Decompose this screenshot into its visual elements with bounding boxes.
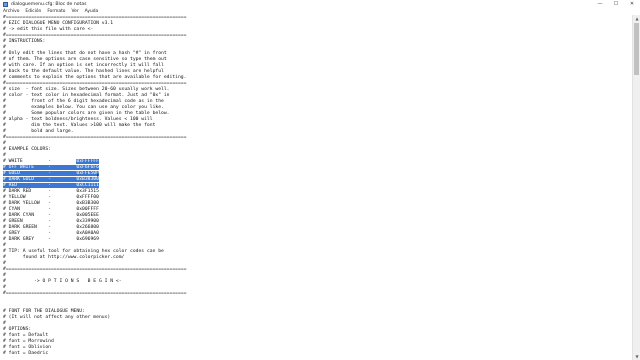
notepad-icon — [3, 2, 8, 7]
line-text: # size - font size. Sizes between 20-60 … — [3, 87, 170, 92]
line-text: # EZIC DIALOGUE MENU CONFIGURATION v3.1 — [3, 21, 114, 26]
close-button[interactable]: ✕ — [624, 0, 640, 9]
maximize-button[interactable]: ☐ — [608, 0, 624, 9]
line-text: # GREEN - 0x339900 — [3, 219, 99, 224]
line-text: # -> edit this file with care <- — [3, 27, 94, 32]
vertical-scrollbar[interactable]: ▲ ▼ — [632, 15, 640, 360]
text-line: # (It will not affect any other menus) — [3, 315, 110, 321]
line-text: # CYAN - 0x00FFFF — [3, 207, 99, 212]
line-text: # DARK YELLOW - 0xB3B300 — [3, 201, 99, 206]
title-bar: dialoguemenu.cfg: Bloc de notas — ☐ ✕ — [0, 0, 640, 9]
line-text: # FONT FOR THE DIALOGUE MENU: — [3, 309, 85, 314]
line-text: # front of the 6 digit hexadecimal code … — [3, 99, 164, 104]
line-text: # GREY - 0xA0A0A0 — [3, 231, 99, 236]
line-text: # color - text color in hexadecimal form… — [3, 93, 170, 98]
line-text: # of them. The options are case sensitiv… — [3, 57, 167, 62]
line-text: # back to the default value. The hashed … — [3, 69, 164, 74]
line-text: # Only edit the lines that do not have a… — [3, 51, 167, 56]
line-text: # examples below. You can use any color … — [3, 105, 164, 110]
line-text: #=======================================… — [3, 135, 187, 140]
line-text: #=======================================… — [3, 33, 187, 38]
line-text: # font = Oblivion — [3, 345, 51, 350]
mouse-cursor-icon: I — [97, 172, 99, 179]
minimize-button[interactable]: — — [592, 0, 608, 9]
text-line: # DARK GREY - 0x696969 — [3, 237, 99, 243]
line-text: #=======================================… — [3, 81, 187, 86]
text-line: # -> O P T I O N S B E G I N <- — [3, 279, 122, 285]
line-text: # font = Default — [3, 333, 49, 338]
line-text: # — [3, 261, 6, 266]
line-text: # — [3, 273, 6, 278]
line-text: # — [3, 45, 6, 50]
line-text: # — [3, 153, 6, 158]
line-text: # YELLOW - 0xFFFF00 — [3, 195, 99, 200]
line-text: # bold and large. — [3, 129, 74, 134]
line-text: # alpha - text boldness/brightness. Valu… — [3, 117, 153, 122]
line-text: # found at http://www.colorpicker.com/ — [3, 255, 125, 260]
scroll-thumb[interactable] — [634, 23, 639, 75]
line-text: # OPTIONS: — [3, 327, 32, 332]
line-text: # WHITE - — [3, 159, 77, 164]
line-text: # TIP: A useful tool for obtaining hex c… — [3, 249, 164, 254]
text-line: # EXAMPLE COLORS: — [3, 147, 51, 153]
line-text: # DARK CYAN - 0x005EEE — [3, 213, 99, 218]
line-text: #=======================================… — [3, 15, 187, 20]
selected-text: # DARK GOLD - 0xB38300 — [3, 177, 99, 182]
selected-text: # OFF WHITE - 0xF6F6F6 — [3, 165, 99, 170]
line-text: # DARK RED - 0x3F1515 — [3, 189, 99, 194]
text-line: # font = Daedric — [3, 351, 48, 357]
selected-text: # RED - 0xCC1111 — [3, 183, 99, 188]
line-text: # (It will not affect any other menus) — [3, 315, 111, 320]
line-text: #=======================================… — [3, 291, 187, 296]
line-text: #=======================================… — [3, 267, 187, 272]
selected-text: # GOLD - 0xFFE500 — [3, 171, 99, 176]
scroll-down-arrow-icon[interactable]: ▼ — [633, 353, 640, 360]
text-line: # found at http://www.colorpicker.com/ — [3, 255, 124, 261]
line-text: # — [3, 243, 6, 248]
line-text: # -> O P T I O N S B E G I N <- — [3, 279, 122, 284]
line-text: # DARK GREEN - 0x266800 — [3, 225, 99, 230]
text-line: #=======================================… — [3, 291, 186, 297]
line-text: # — [3, 141, 6, 146]
line-text: # dim the text. Values >100 will make th… — [3, 123, 156, 128]
text-editor-area[interactable]: #=======================================… — [0, 15, 632, 360]
line-text: # with care. If an option is set incorre… — [3, 63, 164, 68]
text-line: # INSTRUCTIONS: — [3, 39, 45, 45]
line-text: # comments to explain the options that a… — [3, 75, 187, 80]
line-text: # — [3, 285, 6, 290]
line-text: # Some popular colors are given in the t… — [3, 111, 170, 116]
text-line: #=======================================… — [3, 135, 186, 141]
line-text: # DARK GREY - 0x696969 — [3, 237, 99, 242]
window-title: dialoguemenu.cfg: Bloc de notas — [11, 2, 87, 7]
line-text: # EXAMPLE COLORS: — [3, 147, 51, 152]
line-text: # — [3, 321, 6, 326]
line-text: # INSTRUCTIONS: — [3, 39, 46, 44]
scroll-up-arrow-icon[interactable]: ▲ — [633, 15, 640, 22]
text-line: #=======================================… — [3, 267, 186, 273]
line-text: # font = Morrowind — [3, 339, 54, 344]
line-text: # font = Daedric — [3, 351, 49, 356]
selected-text: 0xFFFFFF — [76, 159, 99, 164]
window-controls: — ☐ ✕ — [592, 0, 640, 9]
